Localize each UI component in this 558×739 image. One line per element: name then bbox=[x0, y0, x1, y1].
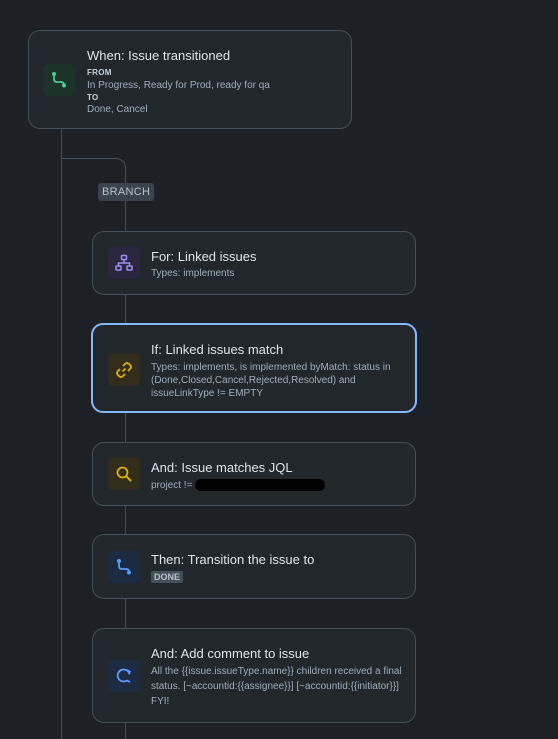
trigger-title: When: Issue transitioned bbox=[87, 48, 231, 63]
hierarchy-icon bbox=[115, 254, 133, 271]
link-icon bbox=[116, 362, 132, 378]
trigger-icon-box bbox=[43, 64, 75, 96]
step-title: For: Linked issues bbox=[151, 249, 257, 264]
step-title: And: Issue matches JQL bbox=[151, 460, 293, 475]
from-label: FROM bbox=[87, 68, 112, 77]
main-connector-line bbox=[61, 128, 62, 739]
step-detail-line-1: All the {{issue.issueType.name}} childre… bbox=[151, 666, 402, 677]
step-icon-box bbox=[108, 660, 140, 692]
step-detail: Types: implements bbox=[151, 268, 235, 279]
step-detail-line-2: status. [~accountid:{{assignee}}] [~acco… bbox=[151, 681, 399, 692]
to-label: TO bbox=[87, 93, 99, 102]
branch-badge: BRANCH bbox=[98, 183, 155, 201]
transition-icon bbox=[52, 72, 66, 88]
step-detail-line-3: FYI! bbox=[151, 696, 170, 707]
step-title: If: Linked issues match bbox=[151, 342, 284, 357]
step-issue-matches-jql[interactable]: And: Issue matches JQL project != bbox=[92, 442, 416, 506]
step-add-comment[interactable]: And: Add comment to issue All the {{issu… bbox=[92, 628, 416, 723]
status-lozenge: DONE bbox=[151, 571, 184, 583]
step-icon-box bbox=[108, 247, 140, 279]
transition-icon bbox=[117, 559, 131, 575]
step-if-linked-issues-match[interactable]: If: Linked issues match Types: implement… bbox=[91, 323, 417, 413]
trigger-card[interactable]: When: Issue transitioned FROM In Progres… bbox=[28, 30, 352, 129]
step-icon-box bbox=[108, 551, 140, 583]
step-icon-box bbox=[108, 458, 140, 490]
to-value: Done, Cancel bbox=[87, 104, 148, 115]
step-transition-issue[interactable]: Then: Transition the issue to DONE bbox=[92, 534, 416, 599]
step-title: And: Add comment to issue bbox=[151, 646, 310, 661]
comment-refresh-icon bbox=[116, 668, 131, 683]
step-for-linked-issues[interactable]: For: Linked issues Types: implements bbox=[92, 231, 416, 295]
step-detail-line-1: Types: implements, is implemented byMatc… bbox=[151, 362, 391, 373]
step-title: Then: Transition the issue to bbox=[151, 552, 315, 567]
step-detail-line-2: (Done,Closed,Cancel,Rejected,Resolved) a… bbox=[151, 375, 356, 386]
search-icon bbox=[116, 466, 132, 482]
step-icon-box bbox=[108, 354, 140, 386]
step-detail: project != bbox=[151, 480, 193, 491]
from-value: In Progress, Ready for Prod, ready for q… bbox=[87, 80, 270, 91]
step-detail-line-3: issueLinkType != EMPTY bbox=[151, 388, 263, 399]
redacted-jql-value bbox=[195, 479, 325, 491]
